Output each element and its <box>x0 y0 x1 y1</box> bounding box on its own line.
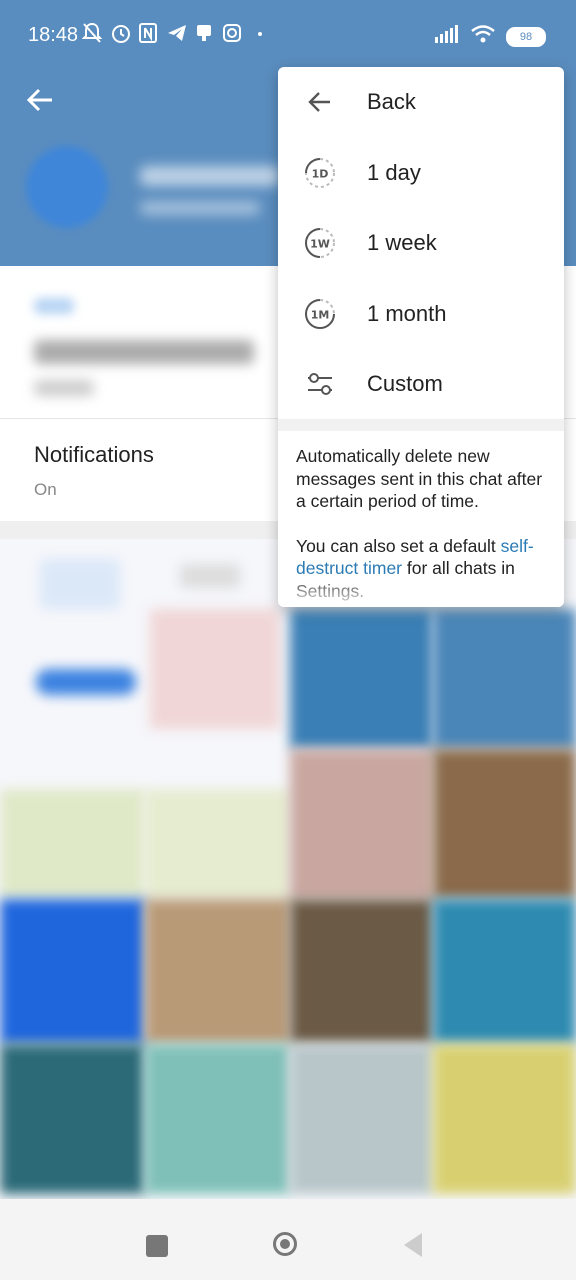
media-thumb[interactable] <box>0 1044 145 1194</box>
menu-label-1-day: 1 day <box>367 160 421 185</box>
info-value-blurred <box>34 340 254 364</box>
timer-1m-badge: 1M <box>311 309 330 322</box>
notifications-label: Notifications <box>34 442 154 467</box>
bell-off-icon <box>81 22 103 44</box>
media-thumb[interactable] <box>433 749 576 899</box>
media-tab-blurred[interactable] <box>40 559 120 609</box>
timer-1d-icon: 1D <box>302 155 338 191</box>
info-label-blurred <box>34 298 74 314</box>
back-arrow-icon[interactable] <box>22 82 58 118</box>
menu-label-1-month: 1 month <box>367 301 447 326</box>
instagram-icon <box>222 22 242 44</box>
back-triangle-icon[interactable] <box>404 1233 422 1257</box>
notification-icon <box>194 22 214 44</box>
sliders-icon <box>302 366 338 402</box>
notifications-value: On <box>34 480 57 499</box>
media-thumb[interactable] <box>0 789 145 899</box>
menu-label-1-week: 1 week <box>367 230 437 255</box>
media-thumb[interactable] <box>433 609 576 749</box>
status-time: 18:48 <box>28 24 79 46</box>
timer-1w-icon: 1W <box>302 225 338 261</box>
media-thumb[interactable] <box>290 749 433 899</box>
menu-item-1-week[interactable]: 1W 1 week <box>278 208 564 278</box>
status-icons-right: 98 <box>434 24 546 49</box>
auto-delete-popup-menu: Back 1D 1 day 1W 1 week 1M 1 month Custo… <box>278 67 564 607</box>
signal-icon <box>434 25 460 48</box>
media-thumb[interactable] <box>0 899 145 1044</box>
wifi-icon <box>470 24 496 49</box>
media-thumb[interactable] <box>290 609 433 749</box>
menu-label-custom: Custom <box>367 371 443 396</box>
info-sub-blurred <box>34 380 94 396</box>
description-text-before-link: You can also set a default <box>296 535 501 556</box>
menu-item-back[interactable]: Back <box>278 67 564 137</box>
profile-name-blurred <box>140 166 280 186</box>
timer-1m-icon: 1M <box>302 296 338 332</box>
menu-item-1-day[interactable]: 1D 1 day <box>278 138 564 208</box>
media-thumb[interactable] <box>145 1044 290 1194</box>
system-nav-bar <box>0 1199 576 1280</box>
recents-square-icon[interactable] <box>146 1235 168 1257</box>
popup-bottom-fade <box>278 572 564 607</box>
media-thumb[interactable] <box>433 899 576 1044</box>
battery-icon: 98 <box>506 26 546 47</box>
status-bar: 18:48 98 <box>0 0 576 66</box>
media-tab-blurred[interactable] <box>180 564 240 588</box>
timer-1w-badge: 1W <box>310 238 330 251</box>
media-thumb[interactable] <box>150 609 280 729</box>
description-paragraph-1: Automatically delete new messages sent i… <box>296 446 543 511</box>
arrow-left-icon <box>302 84 338 120</box>
media-thumb[interactable] <box>145 789 290 899</box>
media-thumb[interactable] <box>433 1044 576 1194</box>
media-thumb[interactable] <box>290 899 433 1044</box>
alarm-icon <box>110 22 130 44</box>
status-icons-left <box>81 22 270 44</box>
shared-media-grid <box>0 539 576 1199</box>
profile-status-blurred <box>140 201 260 215</box>
avatar[interactable] <box>26 146 108 228</box>
media-thumb[interactable] <box>36 669 136 695</box>
nfc-icon <box>138 22 158 44</box>
popup-divider <box>278 419 564 431</box>
home-circle-icon[interactable] <box>273 1232 297 1256</box>
media-thumb[interactable] <box>290 1044 433 1194</box>
menu-item-custom[interactable]: Custom <box>278 349 564 419</box>
timer-1d-badge: 1D <box>312 168 329 181</box>
media-thumb[interactable] <box>145 899 290 1044</box>
dot-icon <box>250 22 270 44</box>
menu-item-1-month[interactable]: 1M 1 month <box>278 279 564 349</box>
menu-label-back: Back <box>367 89 416 114</box>
telegram-icon <box>166 22 186 44</box>
